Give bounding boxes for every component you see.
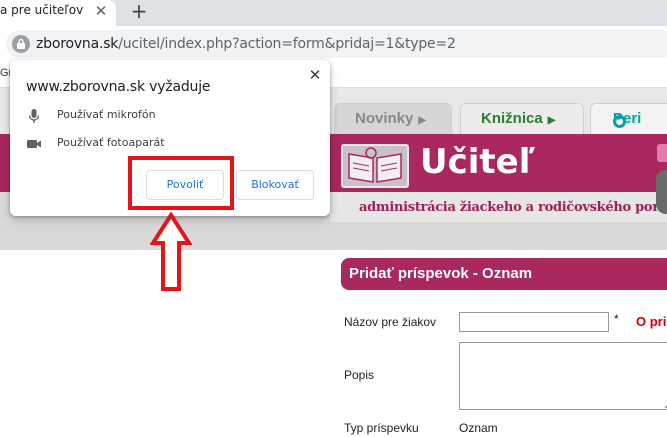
camera-icon <box>27 140 41 148</box>
banner-corner-button[interactable] <box>656 170 667 214</box>
type-label: Typ príspevku <box>344 421 419 435</box>
type-value: Oznam <box>459 421 498 435</box>
nav-tab-peri[interactable]: Peri <box>590 103 667 134</box>
browser-tab[interactable]: a pre učiteľov ✕ <box>0 0 116 26</box>
browser-toolbar: zborovna.sk/ucitel/index.php?action=form… <box>0 26 667 62</box>
close-tab-icon[interactable]: ✕ <box>92 2 110 20</box>
title-input[interactable] <box>459 312 609 332</box>
title-label: Názov pre žiakov <box>344 315 437 329</box>
required-mark: * <box>614 312 619 326</box>
ring-icon <box>613 115 626 128</box>
site-tagline: administrácia žiackeho a rodičovského po… <box>359 200 667 215</box>
play-arrow-icon: ▶ <box>418 115 427 126</box>
book-logo-icon <box>341 144 409 188</box>
required-note: O pri <box>636 314 667 329</box>
permission-label: Používať fotoaparát <box>57 136 165 149</box>
play-arrow-icon: ▶ <box>547 115 556 126</box>
tab-title: a pre učiteľov <box>0 3 84 17</box>
nav-tab-novinky[interactable]: Novinky ▶ <box>334 103 452 134</box>
microphone-icon <box>28 109 40 123</box>
site-logo-text: Učiteľ <box>420 142 536 182</box>
lock-icon[interactable] <box>12 35 30 53</box>
up-arrow-icon <box>150 212 192 291</box>
url-text: zborovna.sk/ucitel/index.php?action=form… <box>36 36 456 52</box>
description-textarea[interactable] <box>459 342 667 410</box>
address-bar[interactable]: zborovna.sk/ucitel/index.php?action=form… <box>6 30 667 58</box>
new-tab-icon[interactable]: + <box>128 0 150 22</box>
url-path: /ucitel/index.php?action=form&pridaj=1&t… <box>118 36 456 52</box>
popup-title: www.zborovna.sk vyžaduje <box>26 79 211 95</box>
close-icon[interactable]: ✕ <box>306 66 324 84</box>
browser-tab-strip: a pre učiteľov ✕ + <box>0 0 667 26</box>
nav-tab-kniznica[interactable]: Knižnica ▶ <box>460 103 584 134</box>
highlight-box <box>128 156 234 210</box>
banner-badge <box>657 144 667 162</box>
block-button[interactable]: Blokovať <box>236 170 314 200</box>
permission-label: Používať mikrofón <box>57 108 156 121</box>
description-label: Popis <box>344 368 375 382</box>
url-host: zborovna.sk <box>36 36 119 52</box>
nav-tab-label: Knižnica <box>481 110 543 127</box>
form-header: Pridať príspevok - Oznam <box>341 258 667 290</box>
nav-tab-label: Novinky <box>355 110 414 127</box>
